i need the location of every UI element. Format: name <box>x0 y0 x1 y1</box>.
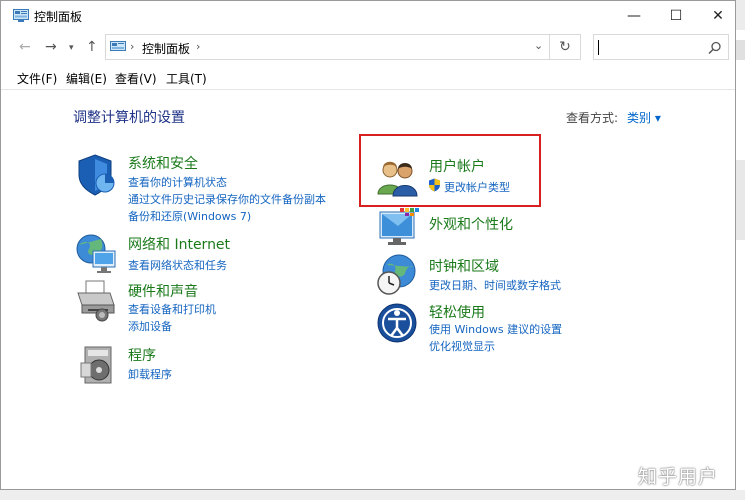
search-input[interactable] <box>593 34 729 60</box>
menu-bar: 文件(F) 编辑(E) 查看(V) 工具(T) <box>1 67 735 90</box>
address-bar[interactable]: › 控制面板 › ⌄ ↻ <box>105 34 581 60</box>
link-add-device[interactable]: 添加设备 <box>128 318 172 334</box>
breadcrumb-separator-icon[interactable]: › <box>196 40 200 53</box>
category-title-appearance[interactable]: 外观和个性化 <box>429 214 513 234</box>
breadcrumb-separator-icon[interactable]: › <box>130 40 134 53</box>
page-title: 调整计算机的设置 <box>73 110 185 126</box>
link-network-status[interactable]: 查看网络状态和任务 <box>128 257 227 273</box>
window-title: 控制面板 <box>34 10 83 24</box>
ease-of-access-icon[interactable] <box>376 302 420 346</box>
category-title-system-security[interactable]: 系统和安全 <box>128 153 198 173</box>
refresh-icon[interactable]: ↻ <box>549 35 580 59</box>
title-bar: 控制面板 — ☐ ✕ <box>1 1 735 31</box>
category-title-network-internet[interactable]: 网络和 Internet <box>128 234 230 254</box>
link-view-computer-status[interactable]: 查看你的计算机状态 <box>128 174 227 190</box>
background-window-edge <box>736 40 745 60</box>
uac-shield-icon <box>429 178 440 192</box>
link-date-time-format[interactable]: 更改日期、时间或数字格式 <box>429 277 561 293</box>
control-panel-icon <box>13 9 29 22</box>
background-window-edge <box>0 490 745 500</box>
navigation-bar: ← → ▾ ↑ › 控制面板 › ⌄ ↻ <box>1 34 735 62</box>
breadcrumb[interactable]: 控制面板 <box>142 40 190 57</box>
link-backup-restore[interactable]: 备份和还原(Windows 7) <box>128 208 251 224</box>
network-globe-icon[interactable] <box>73 233 117 277</box>
category-title-programs[interactable]: 程序 <box>128 345 156 365</box>
text-cursor <box>598 40 599 55</box>
link-optimize-visual-display[interactable]: 优化视觉显示 <box>429 338 495 354</box>
menu-view[interactable]: 查看(V) <box>115 70 157 87</box>
link-uninstall-program[interactable]: 卸载程序 <box>128 366 172 382</box>
maximize-button[interactable]: ☐ <box>653 1 699 31</box>
menu-edit[interactable]: 编辑(E) <box>66 70 107 87</box>
close-button[interactable]: ✕ <box>695 1 735 31</box>
forward-arrow-icon[interactable]: → <box>45 39 57 55</box>
link-recommended-settings[interactable]: 使用 Windows 建议的设置 <box>429 321 562 337</box>
menu-file[interactable]: 文件(F) <box>17 70 57 87</box>
shield-icon[interactable] <box>75 153 119 197</box>
user-accounts-icon[interactable] <box>376 154 420 198</box>
control-panel-icon <box>110 41 126 51</box>
watermark: 知乎用户 <box>638 466 719 488</box>
menu-tools[interactable]: 工具(T) <box>166 70 207 87</box>
view-by-dropdown[interactable]: 类别 ▾ <box>627 109 661 126</box>
address-dropdown-icon[interactable]: ⌄ <box>534 39 543 52</box>
control-panel-window: 控制面板 — ☐ ✕ ← → ▾ ↑ › 控制面板 › ⌄ ↻ 文件(F) 编辑… <box>0 0 736 490</box>
category-title-user-accounts[interactable]: 用户帐户 <box>429 156 485 176</box>
clock-globe-icon[interactable] <box>375 253 419 297</box>
category-title-hardware-sound[interactable]: 硬件和声音 <box>128 281 198 301</box>
minimize-button[interactable]: — <box>611 1 657 31</box>
search-icon[interactable] <box>708 41 722 55</box>
category-title-clock-region[interactable]: 时钟和区域 <box>429 256 499 276</box>
background-window-edge <box>736 0 745 30</box>
link-devices-printers[interactable]: 查看设备和打印机 <box>128 301 216 317</box>
programs-icon[interactable] <box>77 343 121 387</box>
recent-dropdown-icon[interactable]: ▾ <box>69 43 74 53</box>
appearance-icon[interactable] <box>376 206 420 250</box>
view-by-label: 查看方式: <box>566 111 619 125</box>
link-change-account-type[interactable]: 更改帐户类型 <box>444 179 510 195</box>
up-arrow-icon[interactable]: ↑ <box>86 39 98 55</box>
link-file-history-backup[interactable]: 通过文件历史记录保存你的文件备份副本 <box>128 191 326 207</box>
printer-icon[interactable] <box>74 279 118 323</box>
back-arrow-icon[interactable]: ← <box>19 39 31 55</box>
background-window-edge <box>736 160 745 240</box>
category-title-ease-of-access[interactable]: 轻松使用 <box>429 302 485 322</box>
